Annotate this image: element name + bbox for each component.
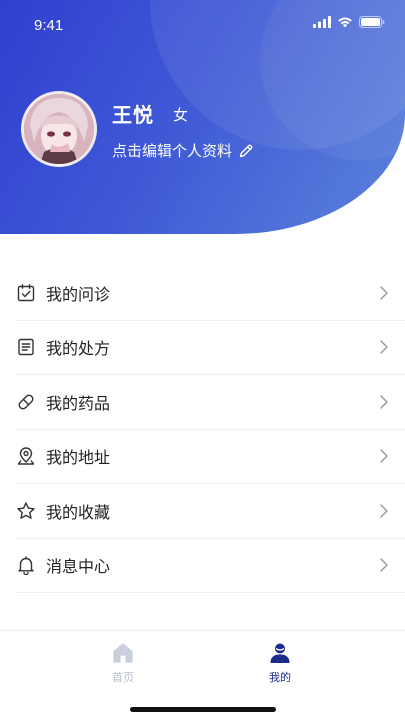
user-icon [270, 643, 290, 663]
wifi-icon [338, 17, 352, 28]
menu-item-label: 我的问诊 [46, 284, 111, 304]
battery-icon [359, 16, 385, 28]
status-bar: 9:41 [0, 0, 405, 48]
status-icons [313, 16, 385, 28]
menu-item-label: 消息中心 [46, 557, 111, 577]
pill-icon [16, 392, 36, 412]
tab-mine[interactable]: 我的 [240, 641, 320, 685]
chevron-right-icon [380, 340, 388, 354]
avatar-image [24, 94, 94, 164]
chevron-right-icon [380, 286, 388, 300]
edit-profile-text: 点击编辑个人资料 [112, 142, 233, 160]
home-indicator [130, 707, 276, 712]
calendar-check-icon [16, 283, 36, 303]
home-icon [113, 643, 133, 663]
menu-item-consultations[interactable]: 我的问诊 [16, 266, 405, 321]
menu-item-label: 我的药品 [46, 393, 111, 413]
menu-list: 我的问诊 我的处方 我的药品 我的地址 我的收藏 消息中心 [0, 266, 405, 593]
menu-item-prescriptions[interactable]: 我的处方 [16, 321, 405, 375]
menu-item-label: 我的处方 [46, 339, 111, 359]
chevron-right-icon [380, 558, 388, 572]
menu-item-label: 我的地址 [46, 448, 111, 468]
location-pin-icon [16, 446, 36, 466]
menu-item-addresses[interactable]: 我的地址 [16, 430, 405, 484]
user-name: 王悦 [112, 103, 154, 127]
pencil-icon [239, 144, 253, 157]
document-list-icon [16, 337, 36, 357]
menu-item-label: 我的收藏 [46, 502, 111, 522]
tab-home[interactable]: 首页 [83, 641, 163, 685]
menu-item-medicines[interactable]: 我的药品 [16, 375, 405, 430]
bell-icon [16, 555, 36, 576]
tab-home-label: 首页 [112, 671, 134, 684]
edit-profile-link[interactable]: 点击编辑个人资料 [112, 140, 254, 161]
cellular-signal-icon [313, 16, 331, 28]
chevron-right-icon [380, 449, 388, 463]
menu-item-messages[interactable]: 消息中心 [16, 539, 405, 593]
chevron-right-icon [380, 504, 388, 518]
avatar[interactable] [21, 91, 97, 167]
tab-mine-label: 我的 [269, 671, 291, 684]
star-icon [16, 501, 36, 521]
user-gender: 女 [173, 106, 189, 124]
chevron-right-icon [380, 395, 388, 409]
menu-item-favorites[interactable]: 我的收藏 [16, 484, 405, 539]
status-time: 9:41 [34, 17, 64, 34]
